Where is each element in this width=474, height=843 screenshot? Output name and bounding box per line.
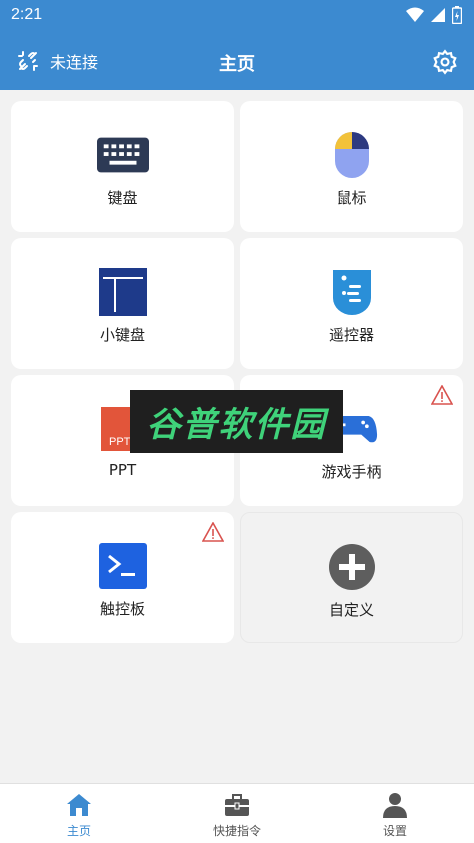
card-numpad[interactable]: 小键盘 <box>11 238 234 369</box>
watermark-text: 谷普软件园 <box>146 405 327 445</box>
card-keyboard[interactable]: 键盘 <box>11 101 234 232</box>
card-label: 触控板 <box>99 600 145 618</box>
wifi-icon <box>406 7 424 22</box>
card-remote[interactable]: 遥控器 <box>240 238 463 369</box>
terminal-icon <box>97 542 149 590</box>
settings-gear-icon[interactable] <box>432 49 458 75</box>
add-icon <box>326 543 378 591</box>
nav-label: 设置 <box>382 824 407 838</box>
status-time: 2:21 <box>11 6 43 23</box>
card-label: 游戏手柄 <box>321 463 382 481</box>
card-custom[interactable]: 自定义 <box>240 512 463 643</box>
numpad-icon <box>97 268 149 316</box>
user-icon <box>383 793 407 818</box>
card-label: 小键盘 <box>99 326 145 344</box>
warning-icon <box>202 522 224 542</box>
card-label: 鼠标 <box>336 189 367 207</box>
card-label: 键盘 <box>107 189 138 207</box>
card-label: 自定义 <box>328 601 374 619</box>
nav-label: 主页 <box>66 824 91 838</box>
mouse-icon <box>326 131 378 179</box>
bottom-nav: 主页 快捷指令 设置 <box>0 783 474 843</box>
card-label: PPT <box>108 461 137 479</box>
remote-icon <box>326 268 378 316</box>
keyboard-icon <box>96 131 149 179</box>
app-bar: 未连接 主页 <box>0 32 474 90</box>
nav-label: 快捷指令 <box>212 824 261 838</box>
page-title: 主页 <box>219 54 255 75</box>
warning-icon <box>431 385 453 405</box>
nav-home[interactable]: 主页 <box>0 784 158 843</box>
battery-icon <box>452 6 462 24</box>
status-icons <box>406 6 462 24</box>
nav-shortcuts[interactable]: 快捷指令 <box>158 784 316 843</box>
nav-settings[interactable]: 设置 <box>316 784 474 843</box>
signal-icon <box>431 8 445 22</box>
status-bar: 2:21 <box>0 0 474 32</box>
watermark-overlay: 谷普软件园 <box>130 390 343 453</box>
toolbox-icon <box>225 794 249 816</box>
card-label: 遥控器 <box>328 326 374 344</box>
card-mouse[interactable]: 鼠标 <box>240 101 463 232</box>
card-touchpad[interactable]: 触控板 <box>11 512 234 643</box>
home-icon <box>67 794 91 816</box>
ppt-icon-text: PPT <box>109 436 131 448</box>
